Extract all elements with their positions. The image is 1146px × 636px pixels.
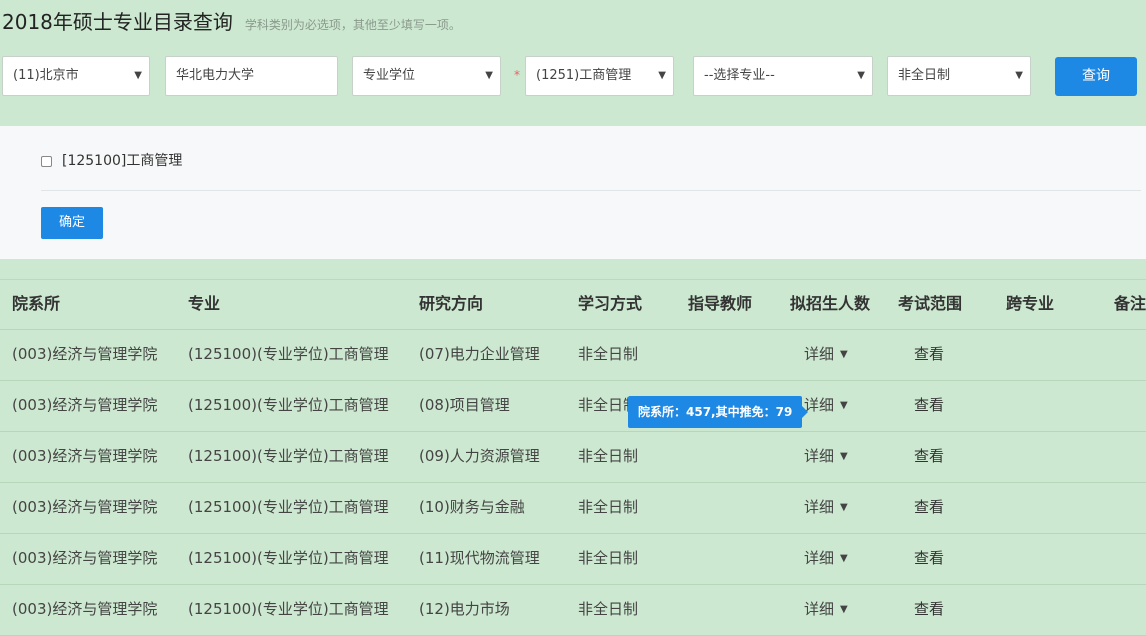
- detail-toggle[interactable]: 详细 ▼: [804, 497, 848, 518]
- detail-toggle[interactable]: 详细 ▼: [804, 344, 848, 365]
- query-button[interactable]: 查询: [1055, 57, 1137, 96]
- header-direction: 研究方向: [419, 294, 484, 313]
- cell-dept: (003)经济与管理学院: [12, 396, 158, 414]
- caret-down-icon: ▼: [840, 553, 848, 564]
- detail-label: 详细: [804, 447, 835, 465]
- exam-view-link[interactable]: 查看: [914, 497, 944, 517]
- chevron-down-icon: ▼: [485, 70, 493, 81]
- header-quota: 拟招生人数: [790, 294, 871, 313]
- cell-mode: 非全日制: [578, 447, 639, 465]
- row-divider: [0, 533, 1146, 534]
- cell-direction: (11)现代物流管理: [419, 549, 540, 567]
- study-mode-select-value: 非全日制: [898, 68, 951, 83]
- header-exam: 考试范围: [898, 294, 963, 313]
- discipline-select[interactable]: (1251)工商管理 ▼: [525, 56, 674, 96]
- cell-mode: 非全日制: [578, 600, 639, 618]
- exam-view-link[interactable]: 查看: [914, 395, 944, 415]
- cell-major: (125100)(专业学位)工商管理: [188, 549, 389, 567]
- cell-dept: (003)经济与管理学院: [12, 549, 158, 567]
- cell-major: (125100)(专业学位)工商管理: [188, 345, 389, 363]
- discipline-select-value: (1251)工商管理: [536, 68, 632, 83]
- major-panel: [0, 126, 1146, 259]
- detail-label: 详细: [804, 396, 835, 414]
- cell-direction: (12)电力市场: [419, 600, 510, 618]
- caret-down-icon: ▼: [840, 502, 848, 513]
- table-divider: [0, 279, 1146, 280]
- detail-label: 详细: [804, 549, 835, 567]
- detail-toggle[interactable]: 详细 ▼: [804, 446, 848, 467]
- confirm-button[interactable]: 确定: [41, 207, 103, 239]
- header-dept: 院系所: [12, 294, 61, 313]
- row-divider: [0, 380, 1146, 381]
- major-select-value: --选择专业--: [704, 68, 775, 83]
- degree-type-select-value: 专业学位: [363, 68, 416, 83]
- cell-direction: (07)电力企业管理: [419, 345, 540, 363]
- row-divider: [0, 584, 1146, 585]
- major-checkbox-label[interactable]: [125100]工商管理: [62, 151, 182, 171]
- detail-label: 详细: [804, 498, 835, 516]
- page-hint: 学科类别为必选项，其他至少填写一项。: [244, 18, 461, 32]
- cell-mode: 非全日制: [578, 549, 639, 567]
- panel-divider: [41, 190, 1141, 191]
- cell-direction: (08)项目管理: [419, 396, 510, 414]
- tooltip-arrow: [802, 406, 809, 418]
- cell-dept: (003)经济与管理学院: [12, 345, 158, 363]
- exam-view-link[interactable]: 查看: [914, 344, 944, 364]
- caret-down-icon: ▼: [840, 349, 848, 360]
- region-select-value: (11)北京市: [13, 68, 79, 83]
- major-checkbox[interactable]: [41, 156, 52, 167]
- cell-dept: (003)经济与管理学院: [12, 498, 158, 516]
- detail-toggle[interactable]: 详细 ▼: [804, 599, 848, 620]
- school-input[interactable]: 华北电力大学: [165, 56, 338, 96]
- caret-down-icon: ▼: [840, 604, 848, 615]
- caret-down-icon: ▼: [840, 451, 848, 462]
- exam-view-link[interactable]: 查看: [914, 548, 944, 568]
- quota-tooltip: 院系所：457,其中推免：79: [628, 396, 809, 428]
- detail-label: 详细: [804, 600, 835, 618]
- exam-view-link[interactable]: 查看: [914, 446, 944, 466]
- header-major: 专业: [188, 294, 221, 313]
- row-divider: [0, 329, 1146, 330]
- degree-type-select[interactable]: 专业学位 ▼: [352, 56, 501, 96]
- school-input-value: 华北电力大学: [176, 68, 255, 83]
- chevron-down-icon: ▼: [1015, 70, 1023, 81]
- study-mode-select[interactable]: 非全日制 ▼: [887, 56, 1031, 96]
- header-cross: 跨专业: [1006, 294, 1055, 313]
- cell-direction: (10)财务与金融: [419, 498, 525, 516]
- page-title: 2018年硕士专业目录查询 学科类别为必选项，其他至少填写一项。: [2, 8, 461, 39]
- major-select[interactable]: --选择专业-- ▼: [693, 56, 873, 96]
- page-title-text: 2018年硕士专业目录查询: [2, 10, 233, 34]
- row-divider: [0, 482, 1146, 483]
- cell-mode: 非全日制: [578, 345, 639, 363]
- cell-dept: (003)经济与管理学院: [12, 600, 158, 618]
- detail-toggle[interactable]: 详细 ▼: [804, 548, 848, 569]
- chevron-down-icon: ▼: [134, 70, 142, 81]
- required-marker: *: [514, 68, 520, 82]
- cell-mode: 非全日制: [578, 498, 639, 516]
- header-mode: 学习方式: [578, 294, 643, 313]
- header-notes: 备注: [1114, 294, 1146, 313]
- exam-view-link[interactable]: 查看: [914, 599, 944, 619]
- region-select[interactable]: (11)北京市 ▼: [2, 56, 150, 96]
- row-divider: [0, 431, 1146, 432]
- detail-toggle[interactable]: 详细 ▼: [804, 395, 848, 416]
- chevron-down-icon: ▼: [658, 70, 666, 81]
- quota-tooltip-text: 院系所：457,其中推免：79: [638, 405, 793, 419]
- cell-dept: (003)经济与管理学院: [12, 447, 158, 465]
- cell-major: (125100)(专业学位)工商管理: [188, 396, 389, 414]
- cell-direction: (09)人力资源管理: [419, 447, 540, 465]
- caret-down-icon: ▼: [840, 400, 848, 411]
- chevron-down-icon: ▼: [857, 70, 865, 81]
- cell-major: (125100)(专业学位)工商管理: [188, 600, 389, 618]
- detail-label: 详细: [804, 345, 835, 363]
- cell-major: (125100)(专业学位)工商管理: [188, 447, 389, 465]
- cell-major: (125100)(专业学位)工商管理: [188, 498, 389, 516]
- header-advisor: 指导教师: [688, 294, 753, 313]
